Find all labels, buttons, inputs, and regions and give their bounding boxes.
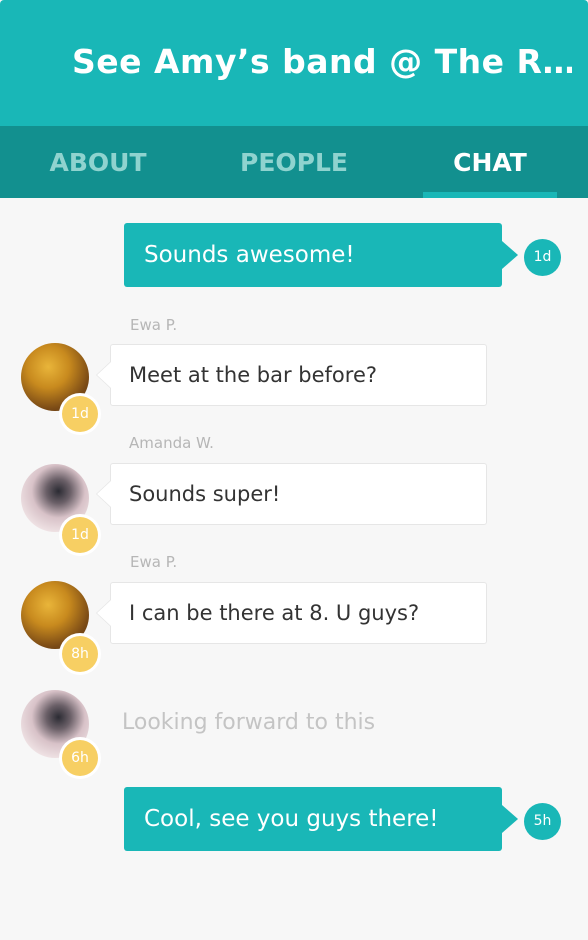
active-tab-indicator xyxy=(423,192,557,198)
tab-people[interactable]: PEOPLE xyxy=(196,126,392,198)
sender-name: Amanda W. xyxy=(129,434,214,452)
message-time-badge: 8h xyxy=(62,636,98,672)
outgoing-message-bubble: Sounds awesome! xyxy=(124,223,518,287)
tab-chat[interactable]: CHAT xyxy=(392,126,588,198)
app-header: See Amy’s band @ The R… xyxy=(0,0,588,126)
sender-name: Ewa P. xyxy=(130,316,178,334)
tab-about[interactable]: ABOUT xyxy=(0,126,196,198)
typing-preview-text: Looking forward to this xyxy=(122,710,376,735)
message-time-badge: 5h xyxy=(524,803,561,840)
message-time-badge: 1d xyxy=(62,517,98,553)
incoming-message-bubble: I can be there at 8. U guys? xyxy=(96,582,487,644)
message-time-badge: 1d xyxy=(524,239,561,276)
sender-name: Ewa P. xyxy=(130,553,178,571)
incoming-message-bubble: Sounds super! xyxy=(96,463,487,525)
outgoing-message-bubble: Cool, see you guys there! xyxy=(124,787,518,851)
incoming-message-bubble: Meet at the bar before? xyxy=(96,344,487,406)
message-time-badge: 1d xyxy=(62,396,98,432)
message-time-badge: 6h xyxy=(62,740,98,776)
page-title: See Amy’s band @ The R… xyxy=(72,42,572,81)
tab-bar: ABOUT PEOPLE CHAT xyxy=(0,126,588,198)
